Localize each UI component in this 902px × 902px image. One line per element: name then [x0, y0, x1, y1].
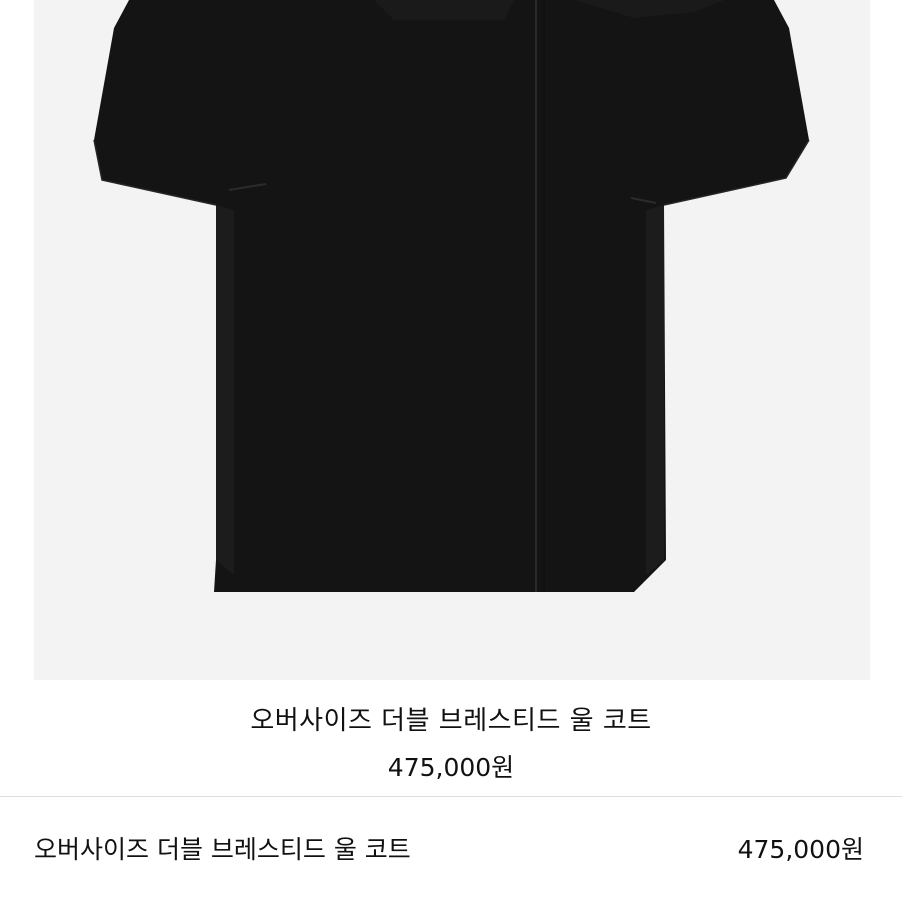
divider [0, 796, 902, 797]
product-image[interactable] [34, 0, 870, 680]
selected-item-price: 475,000원 [737, 835, 864, 864]
coat-photo [93, 0, 810, 592]
product-title: 오버사이즈 더블 브레스티드 울 코트 [250, 706, 652, 736]
selected-item-name: 오버사이즈 더블 브레스티드 울 코트 [34, 835, 411, 864]
product-price: 475,000원 [387, 753, 515, 782]
coat-body [94, 0, 809, 592]
